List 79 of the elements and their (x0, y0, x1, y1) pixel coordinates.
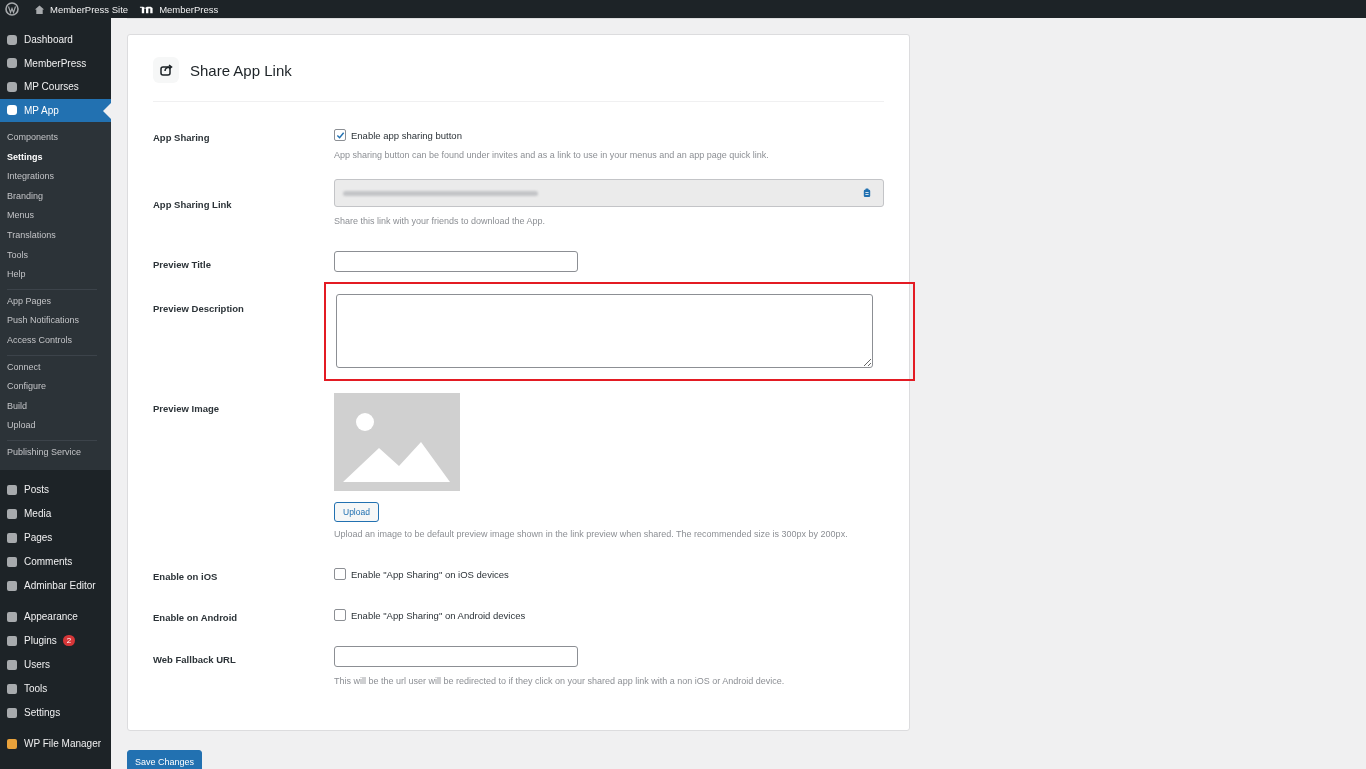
sidebar-menu-item[interactable]: WP File Manager (0, 731, 111, 756)
card-title: Share App Link (190, 61, 292, 79)
sidebar-menu-item[interactable]: Users (0, 652, 111, 677)
submenu-item[interactable]: Tools (7, 245, 111, 266)
menu-icon (5, 609, 19, 624)
text-field[interactable] (334, 646, 578, 667)
help-text: App sharing button can be found under invites and as a link to use in your menus and an app page quick link. (334, 149, 770, 162)
field-label: App Sharing (153, 131, 211, 145)
submenu-item[interactable]: Connect (7, 357, 111, 378)
field-label: Enable on Android (153, 611, 239, 625)
save-changes-button[interactable]: Save Changes (127, 750, 203, 769)
submenu-item[interactable]: Access Controls (7, 330, 111, 351)
wordpress-logo-icon[interactable] (5, 2, 19, 16)
menu-icon (5, 32, 19, 47)
field-label: Enable on iOS (153, 570, 219, 584)
submenu-item[interactable]: Settings (7, 147, 111, 168)
checkbox[interactable] (334, 129, 346, 141)
checkbox[interactable] (334, 568, 346, 580)
sidebar-menu-item[interactable]: Media (0, 501, 111, 526)
checkbox-label: Enable app sharing button (351, 129, 462, 141)
submenu-item[interactable]: Components (7, 128, 111, 148)
sidebar-menu-item[interactable]: Pages (0, 525, 111, 550)
admin-bar-link[interactable]: MemberPress (159, 3, 219, 15)
menu-icon (5, 554, 19, 569)
menu-icon (5, 103, 19, 118)
submenu-item[interactable]: Menus (7, 206, 111, 226)
menu-icon (5, 56, 19, 71)
field-label: App Sharing Link (153, 198, 233, 212)
field-label: Preview Description (153, 302, 245, 316)
submenu-item[interactable]: Help (7, 265, 111, 285)
sidebar-menu-item[interactable]: MP Courses (0, 75, 111, 99)
field-label: Web Fallback URL (153, 653, 237, 667)
sidebar-menu-item[interactable]: Posts (0, 477, 111, 502)
sidebar-menu-item[interactable]: Settings (0, 700, 111, 725)
update-count-badge: 2 (62, 635, 76, 646)
submenu-item[interactable]: Push Notifications (7, 311, 111, 331)
field-label: Preview Image (153, 402, 220, 416)
menu-icon (5, 633, 19, 648)
checkbox-label: Enable "App Sharing" on Android devices (351, 609, 526, 621)
share-link-field[interactable] (334, 179, 884, 207)
submenu-item[interactable]: Translations (7, 225, 111, 246)
menu-icon (5, 506, 19, 521)
checkbox[interactable] (334, 609, 346, 621)
menu-icon (5, 705, 19, 720)
sidebar-menu-item[interactable]: Comments (0, 549, 111, 574)
help-text: Upload an image to be default preview image shown in the link preview when shared. The recommended size is 300px by 200px. (334, 528, 849, 541)
sidebar-menu-item[interactable]: Dashboard (0, 28, 111, 52)
submenu-item[interactable]: Upload (7, 416, 111, 436)
upload-button[interactable]: Upload (334, 502, 379, 522)
sidebar-menu-item[interactable]: MemberPress (0, 51, 111, 75)
menu-icon (5, 578, 19, 593)
admin-bar-link[interactable]: MemberPress Site (50, 3, 129, 15)
menu-icon (5, 657, 19, 672)
submenu-item[interactable]: Branding (7, 186, 111, 207)
field-label: Preview Title (153, 258, 212, 272)
submenu-item[interactable]: Integrations (7, 167, 111, 187)
menu-icon (5, 681, 19, 696)
description-field[interactable] (336, 294, 873, 368)
sidebar-menu-item[interactable]: Tools (0, 676, 111, 701)
help-text: This will be the url user will be redirected to if they click on your shared app link with a non iOS or Android device. (334, 675, 786, 688)
text-field[interactable] (334, 251, 578, 272)
sidebar-menu-item[interactable]: Appearance (0, 604, 111, 629)
menu-icon (5, 736, 19, 751)
help-text: Share this link with your friends to download the App. (334, 215, 547, 228)
menu-icon (5, 530, 19, 545)
checkbox-label: Enable "App Sharing" on iOS devices (351, 568, 509, 580)
sidebar-menu-item[interactable]: MP App (0, 98, 111, 122)
submenu-item[interactable]: Publishing Service (7, 442, 111, 463)
submenu-item[interactable]: Build (7, 396, 111, 417)
submenu-item[interactable]: App Pages (7, 291, 111, 312)
home-icon (34, 3, 45, 15)
sidebar-menu-item[interactable]: Plugins 2 (0, 628, 111, 653)
current-pointer-icon (103, 102, 111, 119)
menu-icon (5, 482, 19, 497)
menu-icon (5, 79, 19, 94)
sidebar-menu-item[interactable]: Adminbar Editor (0, 573, 111, 598)
clipboard-icon[interactable] (863, 188, 871, 198)
submenu-item[interactable]: Configure (7, 377, 111, 397)
share-icon (153, 57, 179, 83)
